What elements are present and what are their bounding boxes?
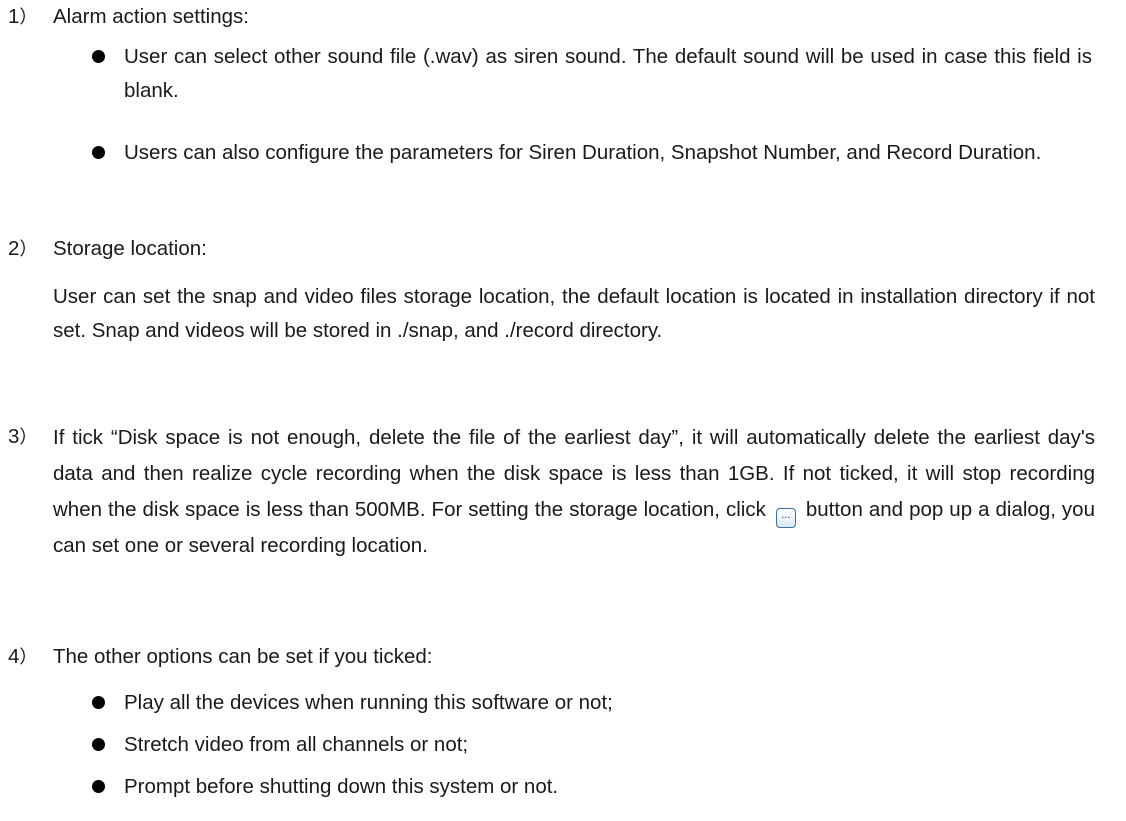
- item-paragraph: User can set the snap and video files st…: [53, 285, 1095, 342]
- bullet-dot-icon: [92, 50, 105, 63]
- bullet-text: Users can also configure the parameters …: [124, 141, 1042, 164]
- bullet-dot-icon: [92, 146, 105, 159]
- item-paragraph: If tick “Disk space is not enough, delet…: [53, 420, 1095, 564]
- browse-button-icon: ...: [775, 508, 796, 528]
- bullet-text: Prompt before shutting down this system …: [124, 775, 559, 798]
- item-heading: The other options can be set if you tick…: [53, 645, 433, 668]
- bullet-dot-icon: [92, 780, 105, 793]
- bullet-text: User can select other sound file (.wav) …: [124, 45, 1092, 102]
- item-heading: Alarm action settings:: [53, 5, 249, 28]
- bullet-dot-icon: [92, 696, 105, 709]
- bullet-text: Stretch video from all channels or not;: [124, 733, 469, 756]
- item-heading: Storage location:: [53, 237, 207, 260]
- bullet-text: Play all the devices when running this s…: [124, 691, 613, 714]
- bullet-dot-icon: [92, 738, 105, 751]
- document-page: 1） Alarm action settings: User can selec…: [0, 0, 1126, 821]
